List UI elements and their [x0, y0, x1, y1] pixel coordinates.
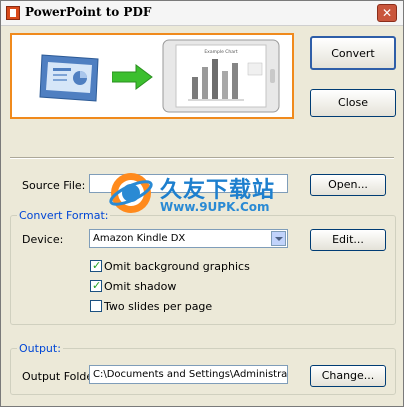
window-title: PowerPoint to PDF: [25, 5, 152, 19]
source-file-label: Source File:: [22, 179, 86, 192]
two-slides-checkbox[interactable]: [90, 300, 102, 312]
device-label: Device:: [22, 233, 64, 246]
close-button[interactable]: Close: [310, 89, 396, 117]
powerpoint-slide-icon: [39, 54, 99, 102]
edit-button[interactable]: Edit...: [310, 229, 386, 251]
app-window: PowerPoint to PDF ✕ Example Chart Conver…: [0, 0, 404, 407]
omit-shadow-checkbox[interactable]: ✓: [90, 279, 102, 292]
pdf-chart-title: Example Chart: [204, 49, 238, 55]
checkmark-icon: ✓: [92, 279, 102, 292]
separator-line: [10, 157, 394, 159]
output-folder-input[interactable]: C:\Documents and Settings\Administrator.…: [89, 365, 288, 384]
two-slides-label: Two slides per page: [104, 300, 213, 313]
pdf-reader-preview-icon: Example Chart: [162, 39, 280, 113]
device-select-value: Amazon Kindle DX: [93, 233, 186, 244]
powerpoint-app-icon: [6, 6, 20, 20]
convert-button[interactable]: Convert: [310, 36, 396, 70]
chevron-down-icon[interactable]: [271, 231, 286, 246]
change-button[interactable]: Change...: [310, 365, 386, 387]
omit-background-checkbox[interactable]: ✓: [90, 259, 102, 272]
checkmark-icon: ✓: [92, 259, 102, 272]
right-arrow-icon: [112, 64, 153, 90]
device-select[interactable]: Amazon Kindle DX: [89, 229, 288, 248]
window-close-button[interactable]: ✕: [377, 4, 397, 22]
title-bar[interactable]: PowerPoint to PDF ✕: [1, 1, 403, 26]
conversion-banner: Example Chart: [10, 33, 294, 119]
omit-background-label: Omit background graphics: [104, 260, 250, 273]
output-legend: Output:: [19, 342, 61, 355]
convert-format-legend: Convert Format:: [19, 209, 109, 222]
open-button[interactable]: Open...: [310, 174, 386, 196]
omit-shadow-label: Omit shadow: [104, 280, 177, 293]
